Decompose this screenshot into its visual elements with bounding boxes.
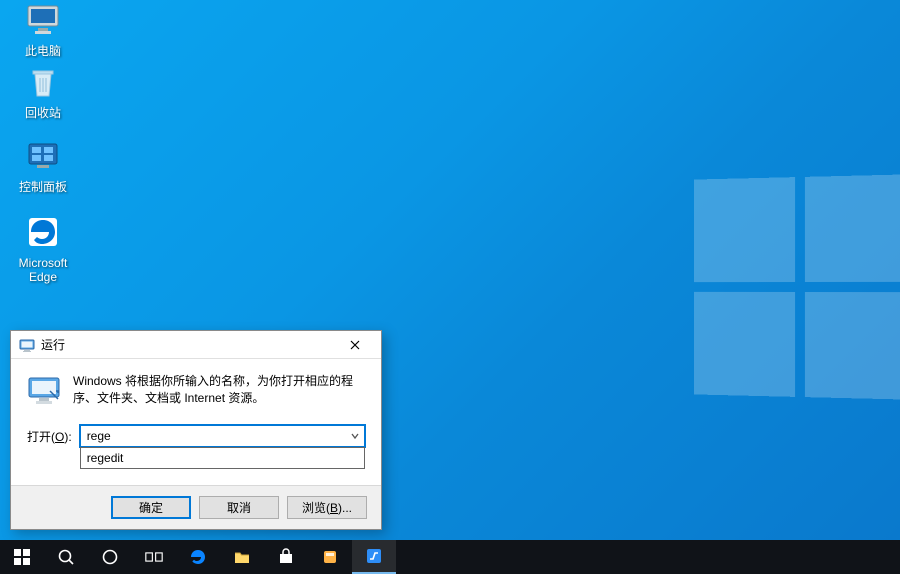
cortana-icon [101,548,119,566]
taskbar-store[interactable] [264,540,308,574]
autocomplete-list: regedit [80,447,365,469]
start-button[interactable] [0,540,44,574]
folder-icon [233,548,251,566]
run-dialog-icon [19,337,35,353]
control-panel-icon [23,136,63,176]
open-input[interactable] [80,425,365,447]
edge-icon [189,548,207,566]
run-program-icon [27,373,61,407]
run-dialog-title: 运行 [41,336,335,353]
desktop-icon-control-panel[interactable]: 控制面板 [5,136,81,194]
taskbar-active-app[interactable] [352,540,396,574]
edge-icon [23,212,63,252]
windows-logo-watermark [694,174,900,399]
desktop-icon-this-pc[interactable]: 此电脑 [5,0,81,58]
task-view-icon [145,548,163,566]
desktop-icon-label: 回收站 [5,106,81,120]
taskbar [0,540,900,574]
task-view-button[interactable] [132,540,176,574]
autocomplete-item[interactable]: regedit [81,448,364,468]
desktop-icon-label: 控制面板 [5,180,81,194]
this-pc-icon [23,0,63,40]
taskbar-soft-manager[interactable] [308,540,352,574]
taskbar-file-explorer[interactable] [220,540,264,574]
search-icon [57,548,75,566]
cancel-button[interactable]: 取消 [199,496,279,519]
chevron-down-icon [351,432,359,440]
desktop-icon-label: 此电脑 [5,44,81,58]
close-icon [350,340,360,350]
search-button[interactable] [44,540,88,574]
dropdown-button[interactable] [346,426,364,446]
run-dialog-footer: 确定 取消 浏览(B)... [11,485,381,529]
windows-start-icon [13,548,31,566]
desktop-icon-edge[interactable]: Microsoft Edge [5,212,81,284]
desktop-icon-label: Microsoft Edge [5,256,81,284]
run-dialog-titlebar[interactable]: 运行 [11,331,381,359]
browse-button[interactable]: 浏览(B)... [287,496,367,519]
cortana-button[interactable] [88,540,132,574]
ok-button[interactable]: 确定 [111,496,191,519]
close-button[interactable] [335,332,375,358]
taskbar-edge[interactable] [176,540,220,574]
run-dialog-description: Windows 将根据你所输入的名称，为你打开相应的程序、文件夹、文档或 Int… [73,373,365,407]
app-icon [365,547,383,565]
desktop-icon-recycle-bin[interactable]: 回收站 [5,62,81,120]
open-label: 打开(O): [27,428,72,445]
box-icon [321,548,339,566]
desktop[interactable]: 此电脑 回收站 控制面板 Microsoft Edge 运行 [0,0,900,574]
recycle-bin-icon [23,62,63,102]
run-dialog: 运行 Windows 将根据你所输入的名称，为你打开相应的程序、文件夹、文档或 … [10,330,382,530]
store-icon [277,548,295,566]
